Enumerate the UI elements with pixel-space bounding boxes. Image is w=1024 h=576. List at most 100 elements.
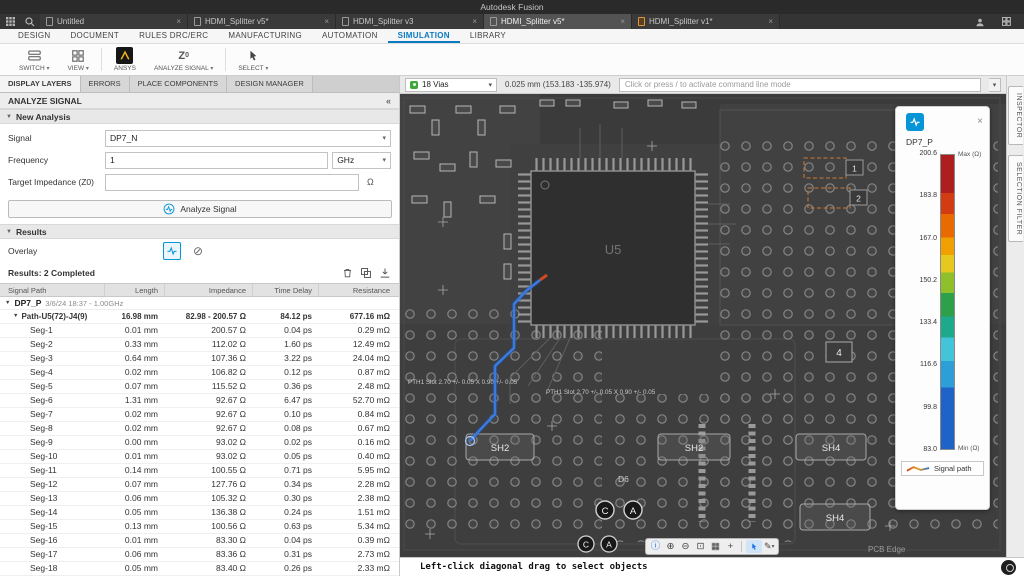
export-results-icon[interactable] [379,267,391,279]
close-icon[interactable]: × [472,17,477,26]
segment-length: 0.07 mm [104,478,164,491]
close-icon[interactable]: × [977,117,983,127]
command-line-input[interactable] [619,78,981,92]
segment-name: Seg-10 [0,450,104,463]
side-tab-inspector[interactable]: INSPECTOR [1008,86,1023,145]
collapse-caret-icon[interactable]: ▼ [5,300,10,306]
overlay-signal-toggle[interactable] [163,242,181,260]
ribbon-tab-rules-drc-erc[interactable]: RULES DRC/ERC [129,29,218,43]
ribbon-tab-automation[interactable]: AUTOMATION [312,29,388,43]
doc-tab[interactable]: HDMI_Splitter v1*× [632,14,780,29]
select-mode-button[interactable] [746,540,762,553]
zoom-out-icon[interactable]: ⊖ [679,539,692,554]
segment-row[interactable]: Seg-150.13 mm100.56 Ω0.63 ps5.34 mΩ [0,520,399,534]
ribbon-tab-manufacturing[interactable]: MANUFACTURING [218,29,312,43]
target-impedance-input[interactable] [105,174,359,191]
collapse-panel-icon[interactable]: « [386,96,391,106]
result-group-row[interactable]: ▼ DP7_P 3/6/24 18:37 - 1.00GHz [0,297,399,310]
doc-tab[interactable]: HDMI_Splitter v3× [336,14,484,29]
overlay-off-toggle[interactable]: ⊘ [189,242,207,260]
segment-name: Seg-9 [0,436,104,449]
apps-grid-icon[interactable] [0,14,20,29]
segment-row[interactable]: Seg-50.07 mm115.52 Ω0.36 ps2.48 mΩ [0,380,399,394]
panel-tab-design-manager[interactable]: DESIGN MANAGER [227,76,313,92]
frequency-input[interactable] [105,152,328,169]
ribbon-tab-library[interactable]: LIBRARY [460,29,516,43]
ansys-extension-button[interactable]: ANSYS [105,44,145,75]
draw-mode-button[interactable]: ✎▾ [764,541,775,552]
path-time-delay: 84.12 ps [252,310,318,323]
user-account-icon[interactable] [970,17,990,27]
segment-row[interactable]: Seg-160.01 mm83.30 Ω0.04 ps0.39 mΩ [0,534,399,548]
segment-name: Seg-17 [0,548,104,561]
results-summary-row: Results: 2 Completed [0,263,399,283]
segment-row[interactable]: Seg-130.06 mm105.32 Ω0.30 ps2.38 mΩ [0,492,399,506]
document-tabbar: Untitled×HDMI_Splitter v5*×HDMI_Splitter… [0,14,1024,29]
side-tab-selection-filter[interactable]: SELECTION FILTER [1008,155,1023,242]
doc-tab[interactable]: HDMI_Splitter v5*× [484,14,632,29]
close-icon[interactable]: × [768,17,773,26]
segment-row[interactable]: Seg-140.05 mm136.38 Ω0.24 ps1.51 mΩ [0,506,399,520]
panel-tab-place-components[interactable]: PLACE COMPONENTS [130,76,227,92]
close-icon[interactable]: × [324,17,329,26]
segment-row[interactable]: Seg-170.06 mm83.36 Ω0.31 ps2.73 mΩ [0,548,399,562]
zoom-in-icon[interactable]: ⊕ [664,539,677,554]
frequency-unit-select[interactable]: GHz ▾ [332,152,391,169]
collapse-caret-icon[interactable]: ▼ [13,310,18,323]
path-row[interactable]: ▼ Path-U5(72)-J4(9) 16.98 mm 82.98 - 200… [0,310,399,324]
segment-row[interactable]: Seg-110.14 mm100.55 Ω0.71 ps5.95 mΩ [0,464,399,478]
segment-resistance: 1.51 mΩ [318,506,396,519]
segment-name: Seg-15 [0,520,104,533]
signal-overlay-icon[interactable] [906,113,924,131]
doc-tab[interactable]: Untitled× [40,14,188,29]
section-new-analysis[interactable]: ▼ New Analysis [0,109,399,124]
segment-row[interactable]: Seg-10.01 mm200.57 Ω0.04 ps0.29 mΩ [0,324,399,338]
canvas-topbar: 18 Vias ▾ 0.025 mm (153.183 -135.974) ▾ [400,76,1006,94]
column-header[interactable]: Length [104,284,164,296]
grid-toggle-icon[interactable]: ▦ [709,539,722,554]
segment-row[interactable]: Seg-80.02 mm92.67 Ω0.08 ps0.67 mΩ [0,422,399,436]
pcb-viewport[interactable]: U5 SH2 SH2 SH4 SH4 [400,94,1006,557]
section-results[interactable]: ▼ Results [0,224,399,239]
segment-length: 0.02 mm [104,408,164,421]
column-header[interactable]: Time Delay [252,284,318,296]
segment-row[interactable]: Seg-70.02 mm92.67 Ω0.10 ps0.84 mΩ [0,408,399,422]
column-header[interactable]: Impedance [164,284,252,296]
assistant-button[interactable] [1001,560,1016,575]
view-tool-button[interactable]: VIEW ▾ [58,44,97,75]
delete-result-icon[interactable] [342,267,353,279]
segment-row[interactable]: Seg-40.02 mm106.82 Ω0.12 ps0.87 mΩ [0,366,399,380]
command-history-toggle[interactable]: ▾ [989,78,1001,92]
zoom-fit-icon[interactable]: ⊡ [694,539,707,554]
panel-tab-display-layers[interactable]: DISPLAY LAYERS [0,76,81,92]
segment-row[interactable]: Seg-180.05 mm83.40 Ω0.26 ps2.33 mΩ [0,562,399,576]
segment-row[interactable]: Seg-90.00 mm93.02 Ω0.02 ps0.16 mΩ [0,436,399,450]
pan-icon[interactable]: + [724,539,737,554]
segment-row[interactable]: Seg-20.33 mm112.02 Ω1.60 ps12.49 mΩ [0,338,399,352]
analyze-signal-tool-button[interactable]: Z0 ANALYZE SIGNAL ▾ [145,44,222,75]
new-analysis-form: Signal DP7_N ▾ Frequency GHz ▾ Target Im… [0,124,399,197]
segment-row[interactable]: Seg-30.64 mm107.36 Ω3.22 ps24.04 mΩ [0,352,399,366]
segment-row[interactable]: Seg-61.31 mm92.67 Ω6.47 ps52.70 mΩ [0,394,399,408]
grid-icon[interactable] [996,17,1016,26]
ribbon-tab-simulation[interactable]: SIMULATION [388,29,460,43]
select-tool-button[interactable]: SELECT ▾ [229,44,277,75]
signal-select[interactable]: DP7_N ▾ [105,130,391,147]
ribbon-tab-document[interactable]: DOCUMENT [60,29,129,43]
doc-tab[interactable]: HDMI_Splitter v5*× [188,14,336,29]
search-icon[interactable] [20,14,40,29]
close-icon[interactable]: × [620,17,625,26]
chip-u5[interactable]: U5 [518,158,708,338]
ribbon-tab-design[interactable]: DESIGN [8,29,60,43]
vias-dropdown[interactable]: 18 Vias ▾ [405,78,497,92]
panel-tab-errors[interactable]: ERRORS [81,76,130,92]
segment-row[interactable]: Seg-100.01 mm93.02 Ω0.05 ps0.40 mΩ [0,450,399,464]
switch-tool-button[interactable]: SWITCH ▾ [10,44,58,75]
analyze-signal-button[interactable]: Analyze Signal [8,200,392,218]
compare-results-icon[interactable] [360,267,372,279]
column-header[interactable]: Signal Path [0,284,104,296]
info-icon[interactable]: ⓘ [649,539,662,554]
segment-row[interactable]: Seg-120.07 mm127.76 Ω0.34 ps2.28 mΩ [0,478,399,492]
column-header[interactable]: Resistance [318,284,396,296]
close-icon[interactable]: × [176,17,181,26]
